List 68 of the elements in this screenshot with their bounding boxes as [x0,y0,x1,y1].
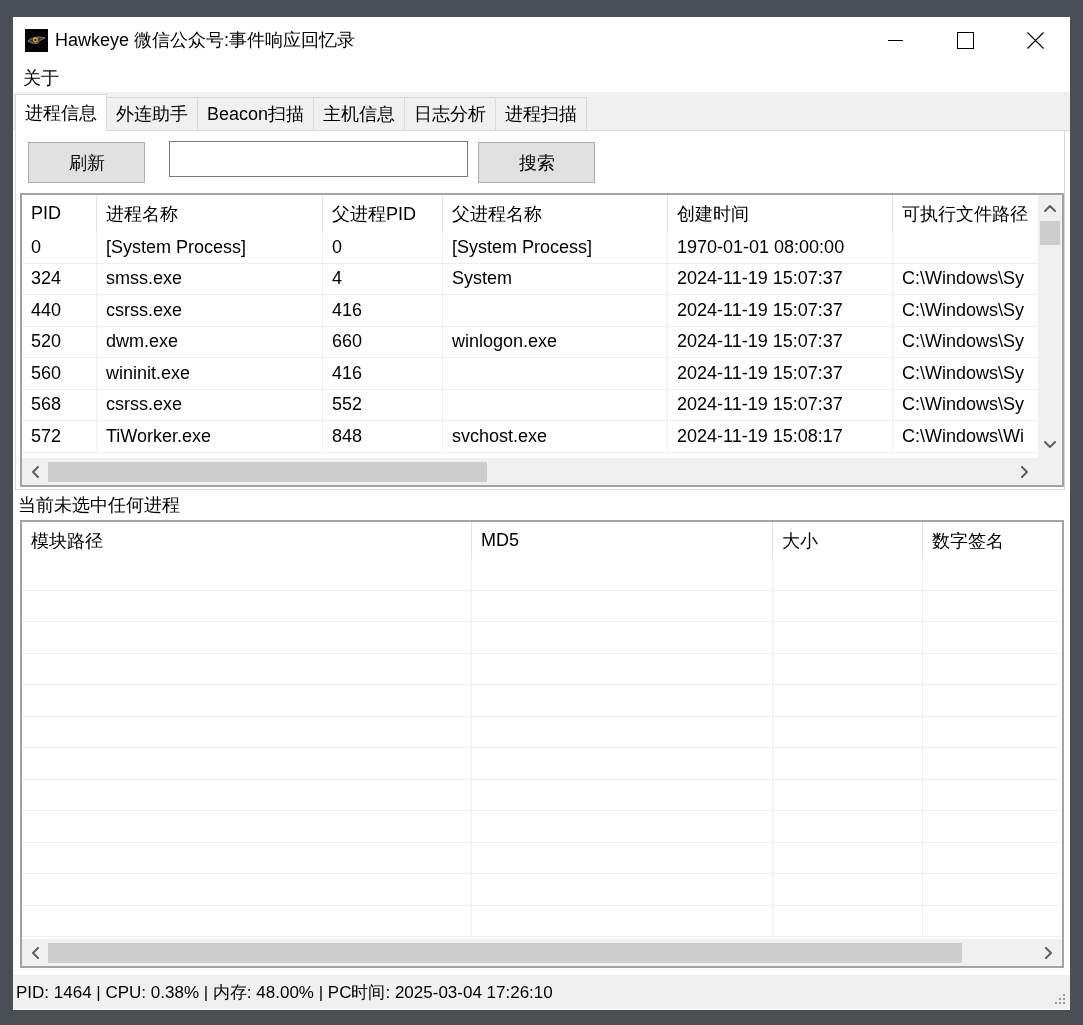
table-cell: System [443,263,668,294]
table-cell: 848 [323,421,443,452]
table-cell: 416 [323,358,443,389]
table-cell: smss.exe [97,263,323,294]
table-cell: 568 [22,389,97,420]
chevron-right-icon[interactable] [1045,946,1053,959]
table-cell: 440 [22,295,97,326]
table-cell: 2024-11-19 15:07:37 [668,295,893,326]
table-cell-text: C:\Windows\Sy [901,267,1026,291]
chevron-right-icon[interactable] [1021,465,1029,478]
menu-item[interactable]: 关于 [23,65,59,90]
table-cell: 2024-11-19 15:08:17 [668,421,893,452]
tab[interactable]: 进程信息 [15,94,107,131]
horizontal-scrollbar[interactable] [22,939,1062,966]
tab[interactable]: Beacon扫描 [197,97,315,131]
table-cell: 416 [323,295,443,326]
table-cell: 324 [22,263,97,294]
table-cell: TiWorker.exe [97,421,323,452]
table-cell: 4 [323,263,443,294]
maximize-icon[interactable] [956,31,974,49]
size-grip-icon[interactable] [1055,994,1065,1004]
table-cell: 2024-11-19 15:07:37 [668,358,893,389]
horizontal-scrollbar[interactable] [22,458,1038,485]
close-icon[interactable] [1026,31,1044,49]
table-cell-text: C:\Windows\Wi [901,424,1025,448]
refresh-button[interactable]: 刷新 [28,142,145,183]
table-cell: [System Process] [443,232,668,263]
table-cell: 2024-11-19 15:07:37 [668,326,893,357]
table-cell: dwm.exe [97,326,323,357]
minimize-icon[interactable] [887,39,903,41]
table-cell: csrss.exe [97,389,323,420]
table-cell: 2024-11-19 15:07:37 [668,389,893,420]
table-cell: 560 [22,358,97,389]
vertical-scrollbar[interactable] [1038,195,1062,458]
window-title: Hawkeye 微信公众号:事件响应回忆录 [55,29,356,52]
tab[interactable]: 日志分析 [404,97,497,131]
table-cell: 1970-01-01 08:00:00 [668,232,893,263]
chevron-down-icon[interactable] [1044,441,1056,449]
chevron-up-icon[interactable] [1044,204,1056,212]
tab[interactable]: 主机信息 [313,97,406,131]
table-cell: wininit.exe [97,358,323,389]
table-cell: 0 [22,232,97,263]
eye-icon [25,28,48,52]
search-field[interactable] [169,141,468,177]
table-cell-text: C:\Windows\Sy [901,361,1026,385]
scrollbar-thumb[interactable] [48,461,487,482]
scrollbar-thumb[interactable] [1040,221,1060,245]
table-cell: svchost.exe [443,421,668,452]
search-button[interactable]: 搜索 [478,142,595,183]
table-cell-text: C:\Windows\Sy [901,393,1026,417]
table-cell: 2024-11-19 15:07:37 [668,263,893,294]
chevron-left-icon[interactable] [31,465,39,478]
table-cell: csrss.exe [97,295,323,326]
table-cell: 520 [22,326,97,357]
table-cell: [System Process] [97,232,323,263]
table-cell: 0 [323,232,443,263]
table-cell: 660 [323,326,443,357]
table-cell-text: C:\Windows\Sy [901,298,1026,322]
table-cell: 552 [323,389,443,420]
table-cell: 572 [22,421,97,452]
status-text: PID: 1464 | CPU: 0.38% | 内存: 48.00% | PC时间: 2025-03-04 17:26:10 [16,981,553,1004]
scrollbar-thumb[interactable] [48,942,962,963]
table-cell: winlogon.exe [443,326,668,357]
tab[interactable]: 外连助手 [106,97,198,131]
status-label: 当前未选中任何进程 [18,494,180,517]
chevron-left-icon[interactable] [31,946,39,959]
table-cell-text: C:\Windows\Sy [901,330,1026,354]
tab[interactable]: 进程扫描 [495,97,588,131]
